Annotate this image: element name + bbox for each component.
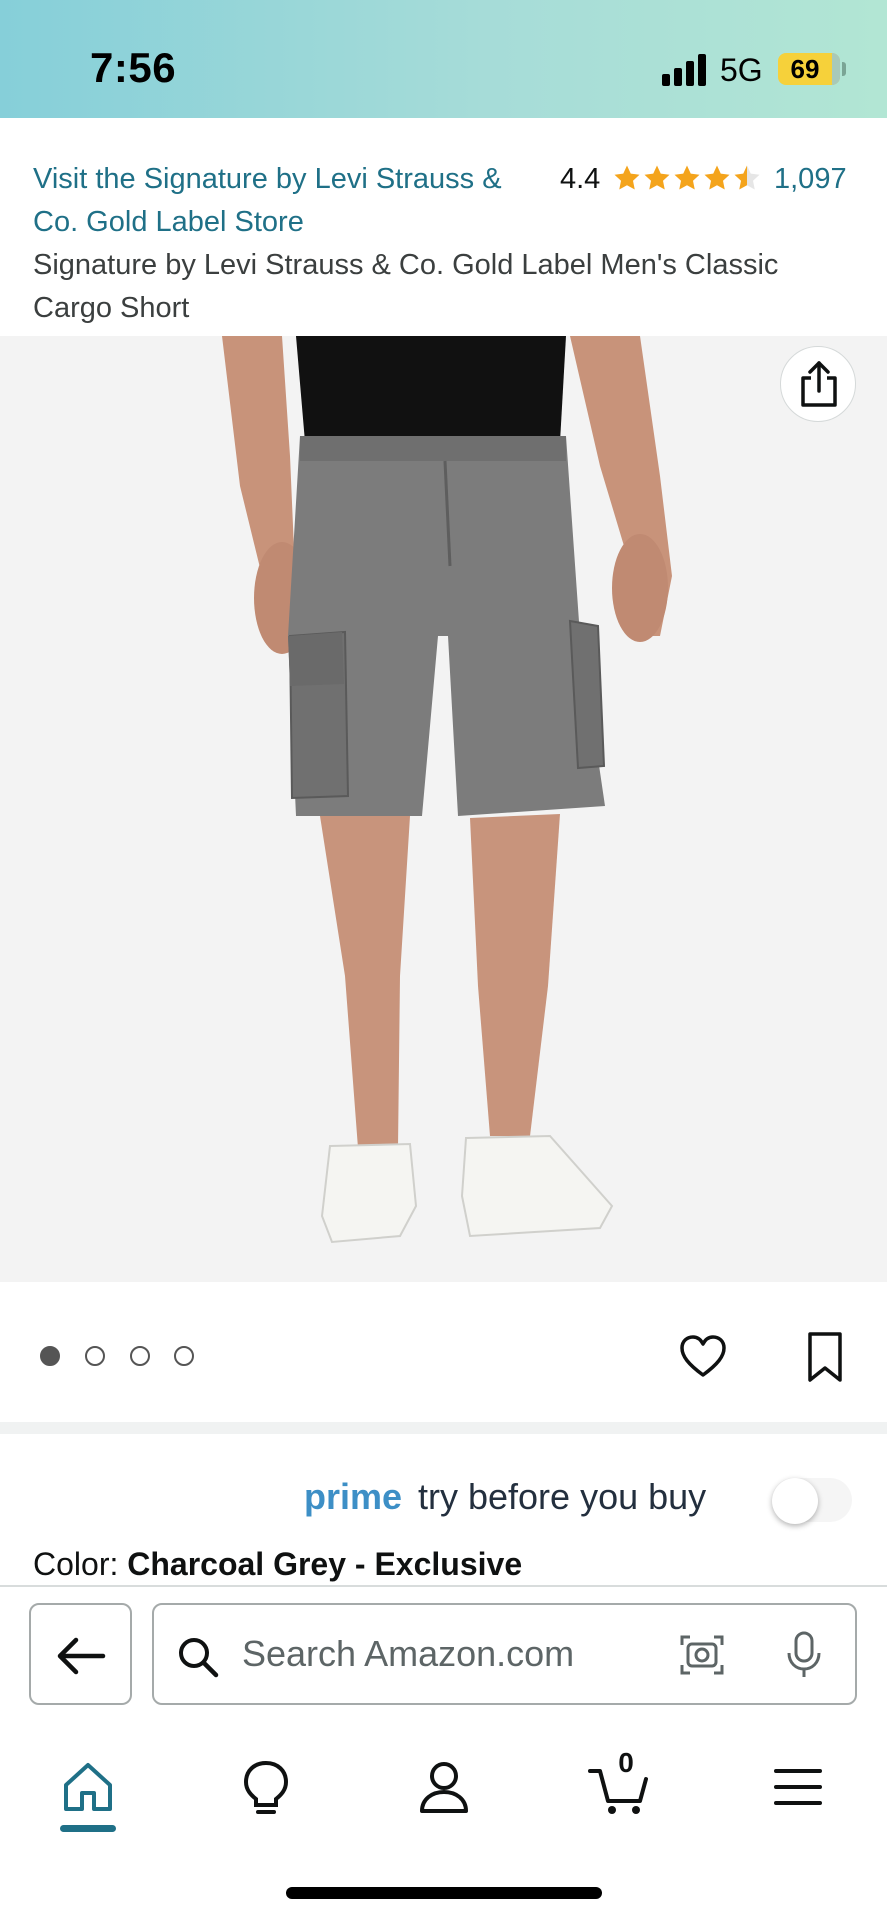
bottom-navigation: Search Amazon.com 0 — [0, 1585, 887, 1920]
rating-value[interactable]: 4.4 — [560, 158, 600, 201]
product-page: 7:56 5G 69 Visit the Signature by Levi S… — [0, 0, 887, 1920]
share-button[interactable] — [780, 346, 856, 422]
section-divider — [0, 1422, 887, 1434]
arrow-left-icon — [57, 1637, 106, 1675]
product-image[interactable] — [0, 336, 887, 1282]
search-bar[interactable]: Search Amazon.com — [152, 1603, 857, 1705]
prime-toggle[interactable] — [772, 1478, 852, 1524]
status-bar: 7:56 5G 69 — [0, 0, 887, 118]
camera-search-icon[interactable] — [678, 1631, 726, 1679]
star-rating[interactable] — [612, 162, 762, 198]
home-icon[interactable] — [58, 1757, 118, 1817]
gallery-dot[interactable] — [174, 1346, 194, 1366]
prime-try-before-you-buy: prime try before you buy Color: Charcoal… — [0, 1434, 887, 1582]
battery-level: 69 — [790, 54, 820, 84]
prime-logo: prime — [304, 1476, 403, 1517]
menu-icon[interactable] — [768, 1757, 828, 1817]
account-icon[interactable] — [414, 1757, 474, 1817]
gallery-dot[interactable] — [130, 1346, 150, 1366]
gallery-dot[interactable] — [40, 1346, 60, 1366]
star-icon — [614, 165, 640, 190]
store-link[interactable]: Visit the Signature by Levi Strauss & Co… — [33, 158, 553, 244]
product-title: Signature by Levi Strauss & Co. Gold Lab… — [33, 249, 779, 324]
active-tab-indicator — [60, 1825, 116, 1832]
inspire-icon[interactable] — [236, 1757, 296, 1817]
search-icon — [179, 1638, 219, 1678]
search-input[interactable]: Search Amazon.com — [242, 1633, 574, 1675]
home-indicator — [286, 1887, 602, 1899]
bookmark-icon[interactable] — [800, 1330, 850, 1384]
share-icon — [801, 361, 837, 407]
gallery-dot[interactable] — [85, 1346, 105, 1366]
back-button[interactable] — [29, 1603, 132, 1705]
product-header: Visit the Signature by Levi Strauss & Co… — [0, 118, 887, 336]
status-time: 7:56 — [90, 44, 177, 91]
prime-try-text: try before you buy — [418, 1476, 707, 1517]
microphone-icon[interactable] — [782, 1629, 826, 1681]
color-label: Color: — [33, 1546, 128, 1582]
half-star-icon — [734, 165, 760, 190]
star-icon — [674, 165, 700, 190]
toggle-knob — [772, 1478, 818, 1524]
cart-count: 0 — [618, 1747, 634, 1778]
review-count[interactable]: 1,097 — [774, 158, 847, 201]
heart-icon[interactable] — [678, 1332, 728, 1382]
signal-icon — [662, 52, 710, 86]
gallery-controls — [0, 1282, 887, 1422]
network-type: 5G — [720, 52, 763, 88]
star-icon — [704, 165, 730, 190]
color-value: Charcoal Grey - Exclusive — [127, 1546, 523, 1582]
cargo-shorts-photo — [222, 336, 672, 1244]
battery-icon: 69 — [778, 53, 840, 85]
color-selection: Color: Charcoal Grey - Exclusive — [33, 1546, 522, 1583]
star-icon — [644, 165, 670, 190]
